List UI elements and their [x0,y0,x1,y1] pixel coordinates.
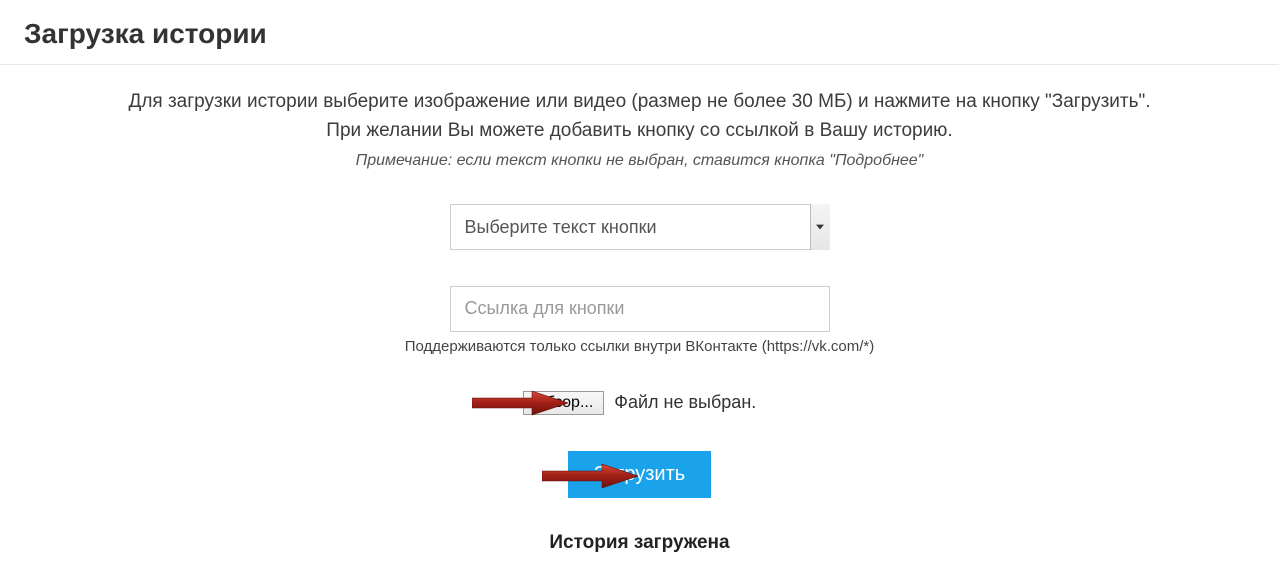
browse-button[interactable]: Обзор... [523,391,605,415]
upload-row: Загрузить [40,451,1239,498]
button-text-select[interactable]: Выберите текст кнопки [450,204,830,250]
page-title: Загрузка истории [24,18,1255,50]
button-text-select-wrap: Выберите текст кнопки [450,204,830,250]
link-support-note: Поддерживаются только ссылки внутри ВКон… [40,338,1239,355]
upload-button[interactable]: Загрузить [568,451,711,498]
intro-line-2: При желании Вы можете добавить кнопку со… [40,116,1239,145]
file-status-text: Файл не выбран. [614,392,756,413]
upload-status-message: История загружена [40,532,1239,554]
page-header: Загрузка истории [0,0,1279,65]
file-chooser-row: Обзор... Файл не выбран. [40,391,1239,415]
link-input-wrap [40,250,1239,332]
button-link-input[interactable] [450,286,830,332]
content: Для загрузки истории выберите изображени… [0,65,1279,574]
intro-note: Примечание: если текст кнопки не выбран,… [40,152,1239,170]
intro-line-1: Для загрузки истории выберите изображени… [40,87,1239,116]
